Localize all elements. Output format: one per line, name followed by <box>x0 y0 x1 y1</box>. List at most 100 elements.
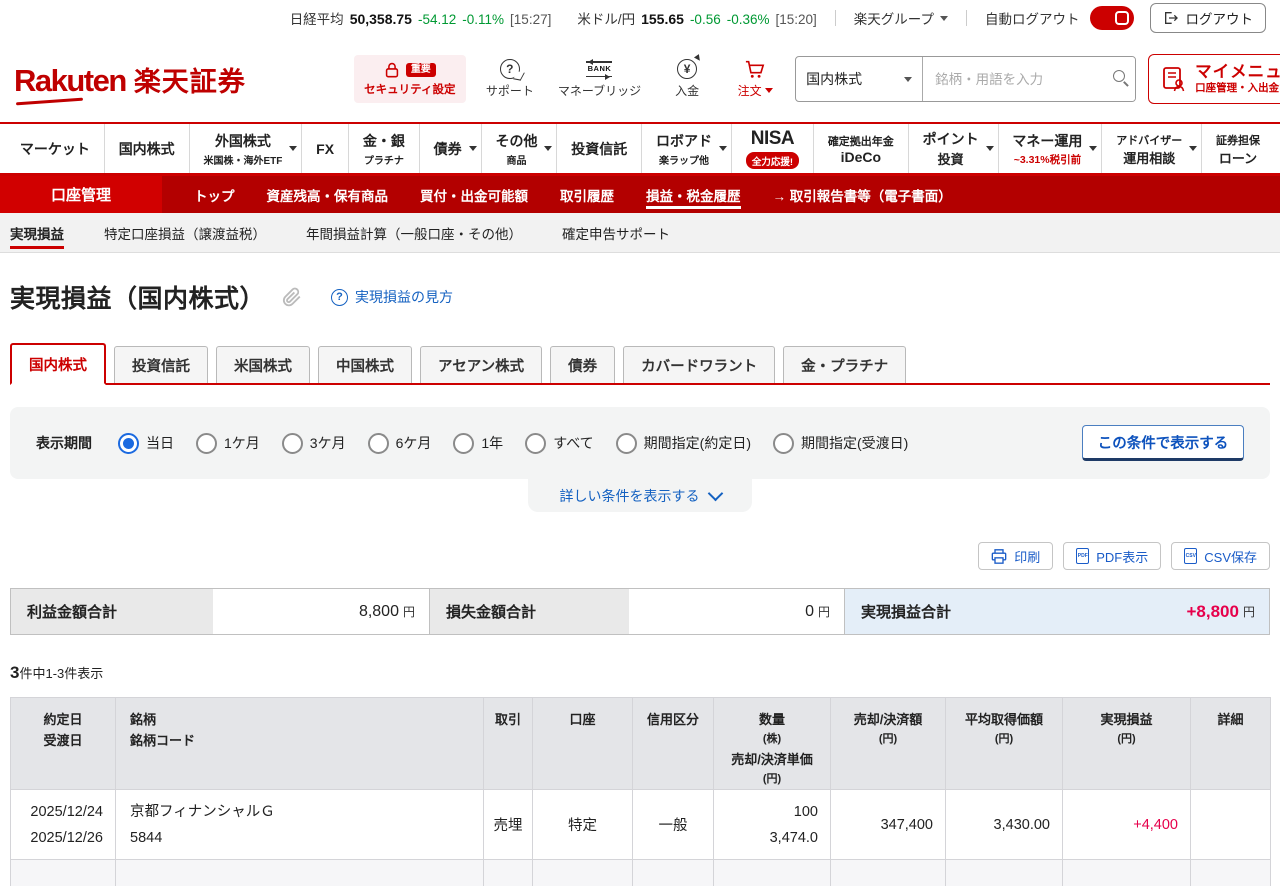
account-management-title[interactable]: 口座管理 <box>0 176 162 213</box>
chevron-down-icon <box>940 16 948 25</box>
cell-detail <box>1191 790 1271 860</box>
nav-domestic-stock[interactable]: 国内株式 <box>104 124 189 173</box>
my-menu-button[interactable]: マイメニュー 口座管理・入出金など <box>1148 54 1280 104</box>
account-nav-top[interactable]: トップ <box>194 176 235 213</box>
pdf-view-button[interactable]: PDF PDF表示 <box>1063 542 1161 570</box>
nikkei-quote: 日経平均 50,358.75 -54.12 -0.11% [15:27] <box>290 8 552 28</box>
tab-domestic-stock[interactable]: 国内株式 <box>10 343 106 385</box>
profit-total-label: 利益金額合計 <box>11 589 213 634</box>
table-row: 2025/12/242025/12/26 京都フィナンシャルＧ5844 売埋 特… <box>11 790 1271 860</box>
tab-mutual-funds[interactable]: 投資信託 <box>114 346 208 383</box>
nav-foreign-stock[interactable]: 外国株式 米国株・海外ETF <box>189 124 302 173</box>
account-nav-reports[interactable]: → 取引報告書等（電子書面） <box>773 176 952 213</box>
nav-nisa[interactable]: NISA 全力応援! <box>731 124 813 173</box>
printer-icon <box>991 549 1007 564</box>
logout-button[interactable]: ログアウト <box>1150 3 1267 33</box>
show-detailed-conditions-link[interactable]: 詳しい条件を表示する <box>528 479 752 512</box>
result-count: 3件中1-3件表示 <box>10 663 1270 683</box>
period-option-custom-trade-date[interactable]: 期間指定(約定日) <box>616 433 751 454</box>
radio-icon <box>525 433 546 454</box>
csv-save-button[interactable]: CSV CSV保存 <box>1171 542 1270 570</box>
apply-filter-button[interactable]: この条件で表示する <box>1082 425 1244 461</box>
tab-gold-platinum[interactable]: 金・プラチナ <box>783 346 906 383</box>
account-nav-buying-power[interactable]: 買付・出金可能額 <box>420 176 528 213</box>
period-filter: 表示期間 当日 1ケ月 3ケ月 6ケ月 1年 すべて 期間指定(約定日) <box>10 407 1270 479</box>
order-link[interactable]: 注文 <box>733 59 777 99</box>
tab-us-stock[interactable]: 米国株式 <box>216 346 310 383</box>
radio-icon <box>282 433 303 454</box>
period-option-6months[interactable]: 6ケ月 <box>368 433 432 454</box>
period-option-1month[interactable]: 1ケ月 <box>196 433 260 454</box>
brand-japanese: 楽天証券 <box>134 60 246 99</box>
subnav-specific-account-pl[interactable]: 特定口座損益（譲渡益税） <box>104 213 266 252</box>
account-management-nav: 口座管理 トップ 資産残高・保有商品 買付・出金可能額 取引履歴 損益・税金履歴… <box>0 176 1280 213</box>
search-input[interactable] <box>923 57 1135 101</box>
auto-logout-toggle[interactable] <box>1090 6 1134 30</box>
account-nav-trade-history[interactable]: 取引履歴 <box>560 176 614 213</box>
page: 日経平均 50,358.75 -54.12 -0.11% [15:27] 米ドル… <box>0 0 1280 886</box>
nav-robo-advisor[interactable]: ロボアド 楽ラップ他 <box>641 124 731 173</box>
radio-icon <box>368 433 389 454</box>
period-filter-label: 表示期間 <box>36 433 92 453</box>
cell-account: 特定 <box>533 790 633 860</box>
nikkei-label: 日経平均 <box>290 8 344 28</box>
logout-icon <box>1163 10 1179 26</box>
nikkei-value: 50,358.75 <box>350 11 412 27</box>
radio-icon <box>616 433 637 454</box>
deposit-link[interactable]: ¥ 入金 <box>665 59 709 99</box>
money-bridge-link[interactable]: BANK マネーブリッジ <box>558 59 641 99</box>
nav-ideco[interactable]: 確定拠出年金 iDeCo <box>813 124 908 173</box>
nav-money-management[interactable]: マネー運用 ~3.31%税引前 <box>998 124 1102 173</box>
tab-china-stock[interactable]: 中国株式 <box>318 346 412 383</box>
usdjpy-time: [15:20] <box>776 12 817 27</box>
period-option-1year[interactable]: 1年 <box>453 433 503 454</box>
page-title: 実現損益（国内株式） <box>10 279 265 315</box>
col-dates: 約定日受渡日 <box>11 698 116 790</box>
col-sale-amount: 売却/決済額(円) <box>831 698 946 790</box>
nikkei-change: -54.12 <box>418 12 456 27</box>
cell-avg-cost: 3,450.00 <box>946 860 1063 886</box>
tab-covered-warrants[interactable]: カバードワラント <box>623 346 775 383</box>
nav-securities-loan[interactable]: 証券担保 ローン <box>1201 124 1274 173</box>
security-settings-link[interactable]: 重要 セキュリティ設定 <box>354 55 466 103</box>
pl-help-link[interactable]: ? 実現損益の見方 <box>331 287 453 307</box>
account-nav-pl-tax-history[interactable]: 損益・税金履歴 <box>646 176 741 213</box>
subnav-realized-pl[interactable]: 実現損益 <box>10 213 64 252</box>
nav-point-invest[interactable]: ポイント 投資 <box>908 124 998 173</box>
rakuten-logo[interactable]: Rakuten 楽天証券 <box>14 60 246 99</box>
nav-market[interactable]: マーケット <box>6 124 104 173</box>
subnav-annual-pl[interactable]: 年間損益計算（一般口座・その他） <box>306 213 522 252</box>
period-option-all[interactable]: すべて <box>525 433 593 454</box>
subnav-tax-support[interactable]: 確定申告サポート <box>562 213 670 252</box>
tab-asean-stock[interactable]: アセアン株式 <box>420 346 542 383</box>
search-category-select[interactable]: 国内株式 <box>796 57 923 101</box>
main-navigation: マーケット 国内株式 外国株式 米国株・海外ETF FX 金・銀 プラチナ 債券… <box>0 122 1280 176</box>
print-button[interactable]: 印刷 <box>978 542 1053 570</box>
nav-bonds[interactable]: 債券 <box>419 124 481 173</box>
period-option-3months[interactable]: 3ケ月 <box>282 433 346 454</box>
rakuten-group-link[interactable]: 楽天グループ <box>854 8 948 28</box>
nav-fx[interactable]: FX <box>301 124 348 173</box>
nav-other-products[interactable]: その他 商品 <box>481 124 557 173</box>
support-link[interactable]: ? サポート <box>486 59 534 99</box>
cell-quantity: 1003,474.0 <box>714 790 831 860</box>
period-option-today[interactable]: 当日 <box>118 433 174 454</box>
cell-dates: 2025/12/24 <box>11 860 116 886</box>
realized-pl-table: 約定日受渡日 銘柄銘柄コード 取引 口座 信用区分 数量(株) 売却/決済単価(… <box>10 697 1271 886</box>
nav-mutual-funds[interactable]: 投資信託 <box>556 124 641 173</box>
tab-bonds[interactable]: 債券 <box>550 346 615 383</box>
period-option-custom-settle-date[interactable]: 期間指定(受渡日) <box>773 433 908 454</box>
pl-summary-bar: 利益金額合計 8,800 円 損失金額合計 0 円 実現損益合計 +8,800 … <box>10 588 1270 635</box>
cell-name: 京都フィナンシャルＧ5844 <box>116 790 484 860</box>
bank-transfer-icon: BANK <box>586 59 612 79</box>
cell-realized-pl: +4,400 <box>1063 790 1191 860</box>
search-box <box>923 57 1135 101</box>
top-info-bar: 日経平均 50,358.75 -54.12 -0.11% [15:27] 米ドル… <box>0 0 1280 36</box>
account-nav-balance[interactable]: 資産残高・保有商品 <box>267 176 389 213</box>
col-account: 口座 <box>533 698 633 790</box>
nav-advisor[interactable]: アドバイザー 運用相談 <box>1101 124 1201 173</box>
nav-gold-platinum[interactable]: 金・銀 プラチナ <box>348 124 419 173</box>
realized-pl-total-label: 実現損益合計 <box>844 589 1056 634</box>
cell-quantity: 100 <box>714 860 831 886</box>
search-icon[interactable] <box>1113 70 1125 82</box>
